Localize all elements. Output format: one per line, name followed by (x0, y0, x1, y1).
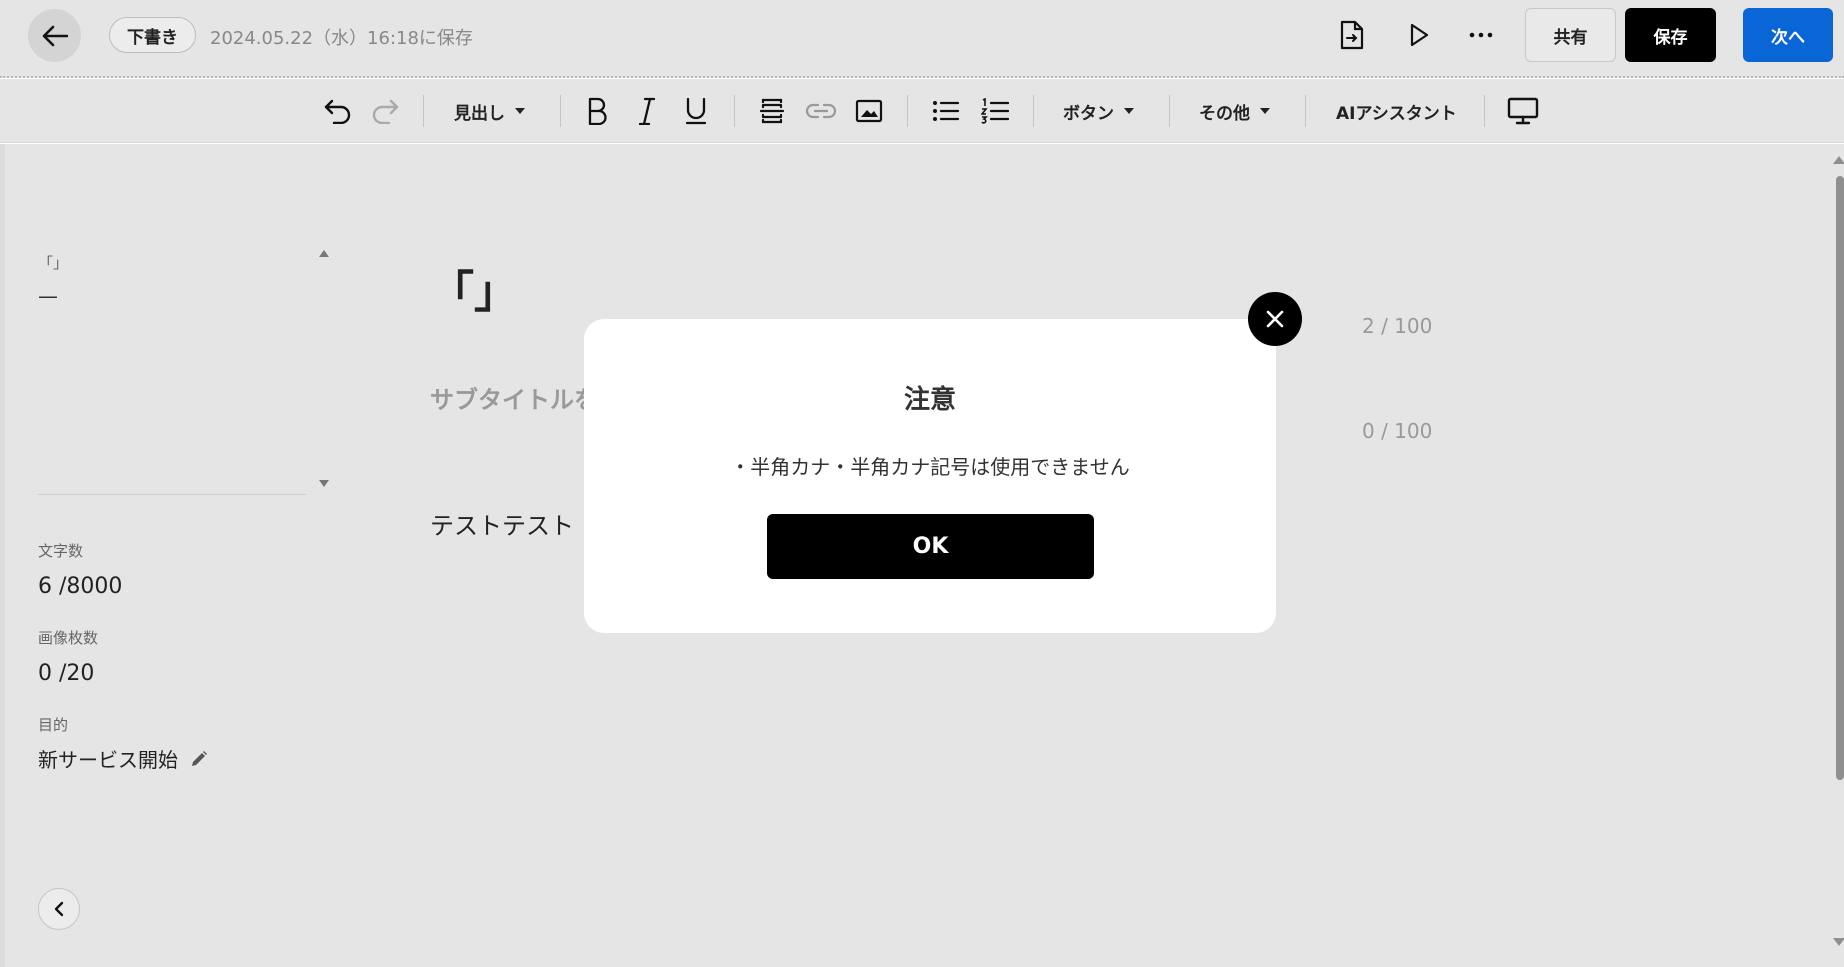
undo-icon (324, 99, 351, 124)
dialog-title: 注意 (903, 385, 956, 415)
body-content[interactable]: テストテスト (430, 506, 574, 541)
outline-item-title[interactable]: 「」 (38, 252, 68, 273)
button-dropdown[interactable]: ボタン (1063, 91, 1134, 131)
collapse-sidebar-button[interactable] (38, 888, 80, 930)
play-icon (1410, 23, 1429, 47)
chevron-left-icon (54, 901, 64, 917)
purpose-value: 新サービス開始 (38, 744, 208, 773)
other-dropdown[interactable]: その他 (1199, 91, 1270, 131)
toolbar-divider (1169, 95, 1170, 127)
image-button[interactable] (853, 91, 885, 131)
bullet-list-button[interactable] (930, 91, 962, 131)
status-badge: 下書き (109, 17, 196, 53)
strikethrough-button[interactable] (756, 91, 788, 131)
heading-dropdown-label: 見出し (454, 103, 505, 124)
strikethrough-icon (759, 98, 785, 124)
editor-app: 下書き 2024.05.22（水）16:18に保存 共有 保存 次へ 見出し ボ… (0, 0, 1844, 967)
char-count-label: 文字数 (38, 542, 84, 560)
more-options-button[interactable] (1462, 16, 1500, 54)
bullet-list-icon (933, 101, 960, 121)
heading-dropdown[interactable]: 見出し (454, 91, 525, 131)
image-icon (855, 99, 883, 123)
purpose-label: 目的 (38, 716, 69, 734)
caret-down-icon (1260, 108, 1270, 114)
link-button[interactable] (804, 91, 838, 131)
device-preview-button[interactable] (1505, 91, 1541, 131)
image-count-label: 画像枚数 (38, 629, 99, 647)
scrollbar-thumb[interactable] (1836, 176, 1844, 780)
bold-icon (588, 97, 607, 125)
pencil-icon[interactable] (190, 750, 208, 768)
scroll-down-icon[interactable] (1833, 938, 1844, 946)
other-dropdown-label: その他 (1199, 103, 1250, 124)
title-char-count: 2 / 100 (1362, 314, 1433, 338)
italic-icon (638, 97, 656, 125)
close-icon (1266, 310, 1284, 328)
purpose-text: 新サービス開始 (38, 748, 178, 772)
toolbar-divider (734, 95, 735, 127)
underline-button[interactable] (681, 91, 711, 131)
share-button[interactable]: 共有 (1525, 8, 1616, 62)
subtitle-char-count: 0 / 100 (1362, 419, 1433, 443)
file-export-icon (1340, 20, 1364, 50)
ok-button[interactable]: OK (767, 514, 1094, 579)
toolbar-divider (1484, 95, 1485, 127)
back-button[interactable] (28, 9, 81, 62)
underline-icon (685, 97, 707, 125)
sidebar: 「」 — 文字数 6 /8000 画像枚数 0 /20 目的 新サービス開始 (0, 144, 334, 967)
image-count-value: 0 /20 (38, 661, 95, 686)
dialog-close-button[interactable] (1248, 292, 1302, 346)
toolbar-divider (560, 95, 561, 127)
button-dropdown-label: ボタン (1063, 103, 1114, 124)
redo-button[interactable] (367, 91, 403, 131)
save-button[interactable]: 保存 (1625, 8, 1716, 62)
toolbar-divider (423, 95, 424, 127)
dialog-message: ・半角カナ・半角カナ記号は使用できません (730, 455, 1130, 479)
bold-button[interactable] (582, 91, 612, 131)
next-button[interactable]: 次へ (1743, 8, 1833, 62)
outline-item-dash: — (38, 284, 58, 308)
link-icon (805, 103, 837, 119)
toolbar-divider (1305, 95, 1306, 127)
subtitle-input[interactable]: サブタイトルを (430, 380, 598, 415)
caret-down-icon (1124, 108, 1134, 114)
export-button[interactable] (1333, 16, 1371, 54)
caret-down-icon (515, 108, 525, 114)
desktop-icon (1507, 97, 1539, 125)
char-count-value: 6 /8000 (38, 574, 123, 599)
arrow-left-icon (42, 25, 68, 46)
outline-scroll-down-icon[interactable] (319, 480, 329, 487)
numbered-list-icon (981, 98, 1009, 124)
ai-assistant-button[interactable]: AIアシスタント (1336, 91, 1457, 131)
italic-button[interactable] (632, 91, 662, 131)
undo-button[interactable] (320, 91, 356, 131)
more-horizontal-icon (1469, 32, 1493, 38)
redo-icon (372, 99, 399, 124)
save-status-text: 2024.05.22（水）16:18に保存 (210, 28, 473, 49)
preview-button[interactable] (1400, 16, 1438, 54)
outline-scroll-up-icon[interactable] (319, 250, 329, 257)
warning-dialog: 注意 ・半角カナ・半角カナ記号は使用できません OK (584, 319, 1276, 633)
header: 下書き 2024.05.22（水）16:18に保存 共有 保存 次へ (0, 0, 1844, 78)
scroll-up-icon[interactable] (1833, 156, 1844, 164)
editor-toolbar: 見出し ボタン その他 AIアシスタント (0, 79, 1844, 143)
toolbar-divider (907, 95, 908, 127)
sidebar-divider (38, 494, 306, 495)
toolbar-divider (1033, 95, 1034, 127)
numbered-list-button[interactable] (979, 91, 1011, 131)
title-input[interactable]: 「」 (430, 256, 518, 320)
